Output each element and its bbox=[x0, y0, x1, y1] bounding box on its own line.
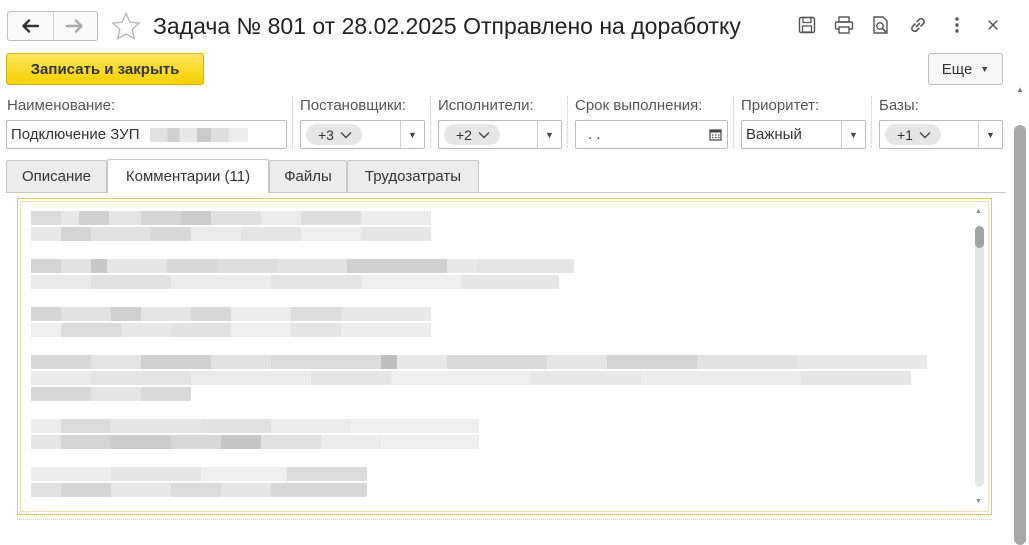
forward-button[interactable] bbox=[52, 12, 98, 40]
chevron-down-icon bbox=[478, 131, 490, 138]
deadline-value: . . bbox=[588, 126, 601, 143]
save-icon[interactable] bbox=[796, 14, 818, 36]
field-separator bbox=[292, 96, 293, 148]
bases-dropdown-button[interactable]: ▼ bbox=[978, 121, 1002, 148]
more-button[interactable]: Еще ▼ bbox=[928, 53, 1003, 85]
link-icon[interactable] bbox=[907, 14, 929, 36]
setters-count: +3 bbox=[318, 126, 334, 143]
tab-description[interactable]: Описание bbox=[6, 160, 107, 192]
scroll-down-icon[interactable]: ▼ bbox=[975, 498, 982, 505]
title-bar: Задача № 801 от 28.02.2025 Отправлено на… bbox=[0, 0, 1029, 50]
redacted-comment-line bbox=[31, 483, 367, 497]
priority-label: Приоритет: bbox=[741, 97, 820, 114]
name-label: Наименование: bbox=[7, 97, 116, 114]
bases-label: Базы: bbox=[879, 97, 919, 114]
redacted-comment-line bbox=[31, 387, 191, 401]
redacted-comment-line bbox=[31, 435, 479, 449]
print-icon[interactable] bbox=[833, 14, 855, 36]
window-scrollbar[interactable]: ▲ bbox=[1012, 85, 1028, 545]
comments-scrollbar[interactable]: ▲ ▼ bbox=[973, 208, 985, 505]
more-vertical-icon[interactable] bbox=[946, 14, 968, 36]
name-input[interactable]: Подключение ЗУП bbox=[6, 120, 287, 149]
favorite-star-icon[interactable] bbox=[111, 12, 141, 40]
field-separator bbox=[733, 96, 734, 148]
executors-field[interactable]: +2 ▼ bbox=[438, 120, 562, 149]
deadline-label: Срок выполнения: bbox=[575, 97, 703, 114]
chevron-down-icon: ▼ bbox=[980, 64, 990, 74]
setters-label: Постановщики: bbox=[300, 97, 407, 114]
tab-comments[interactable]: Комментарии (11) bbox=[107, 159, 269, 193]
bases-field[interactable]: +1 ▼ bbox=[879, 120, 1003, 149]
chevron-down-icon bbox=[919, 131, 931, 138]
redacted-comment-line bbox=[31, 323, 431, 337]
more-button-label: Еще bbox=[941, 60, 973, 78]
chevron-down-icon bbox=[340, 131, 352, 138]
bases-count: +1 bbox=[897, 126, 913, 143]
close-icon[interactable] bbox=[982, 14, 1004, 36]
redacted-comment-line bbox=[31, 371, 911, 385]
navigation-group bbox=[7, 11, 98, 41]
redacted-comment-line bbox=[31, 275, 559, 289]
setters-field[interactable]: +3 ▼ bbox=[300, 120, 425, 149]
back-button[interactable] bbox=[8, 12, 53, 40]
executors-label: Исполнители: bbox=[438, 97, 534, 114]
field-separator bbox=[871, 96, 872, 148]
redacted-comment-line bbox=[31, 227, 431, 241]
scroll-track[interactable] bbox=[975, 226, 984, 487]
preview-search-icon[interactable] bbox=[870, 14, 892, 36]
redacted-comment-line bbox=[31, 419, 479, 433]
redacted-comment-line bbox=[31, 259, 574, 273]
name-value-text: Подключение ЗУП bbox=[11, 126, 140, 143]
calendar-button[interactable] bbox=[703, 121, 727, 148]
window-title: Задача № 801 от 28.02.2025 Отправлено на… bbox=[153, 13, 741, 39]
scroll-up-icon[interactable]: ▲ bbox=[1016, 85, 1024, 94]
setters-count-pill[interactable]: +3 bbox=[306, 124, 362, 145]
redacted-comment-line bbox=[31, 211, 431, 225]
scroll-thumb[interactable] bbox=[975, 226, 984, 248]
priority-dropdown-button[interactable]: ▼ bbox=[841, 121, 865, 148]
executors-count-pill[interactable]: +2 bbox=[444, 124, 500, 145]
tab-files[interactable]: Файлы bbox=[269, 160, 347, 192]
executors-dropdown-button[interactable]: ▼ bbox=[537, 121, 561, 148]
redacted-comment-line bbox=[31, 307, 431, 321]
save-and-close-button[interactable]: Записать и закрыть bbox=[6, 53, 204, 85]
name-input-value: Подключение ЗУП bbox=[11, 126, 248, 143]
arrow-left-icon bbox=[22, 19, 40, 33]
redacted-comment-line bbox=[31, 467, 367, 481]
deadline-input[interactable]: . . bbox=[575, 120, 728, 149]
panel-divider bbox=[17, 519, 992, 520]
window-scroll-thumb[interactable] bbox=[1014, 125, 1026, 545]
bases-count-pill[interactable]: +1 bbox=[885, 124, 941, 145]
redacted-comment-line bbox=[31, 355, 927, 369]
scroll-up-icon[interactable]: ▲ bbox=[975, 208, 982, 215]
tab-labor-costs[interactable]: Трудозатраты bbox=[347, 160, 479, 192]
field-separator bbox=[567, 96, 568, 148]
field-separator bbox=[430, 96, 431, 148]
priority-select[interactable]: Важный ▼ bbox=[741, 120, 866, 149]
arrow-right-icon bbox=[66, 19, 83, 33]
setters-dropdown-button[interactable]: ▼ bbox=[400, 121, 424, 148]
comments-list[interactable]: ▲ ▼ bbox=[20, 201, 989, 512]
executors-count: +2 bbox=[456, 126, 472, 143]
redacted-text bbox=[149, 128, 248, 143]
priority-value: Важный bbox=[746, 126, 802, 143]
comments-panel[interactable]: ▲ ▼ bbox=[17, 198, 992, 515]
calendar-icon bbox=[708, 129, 722, 141]
